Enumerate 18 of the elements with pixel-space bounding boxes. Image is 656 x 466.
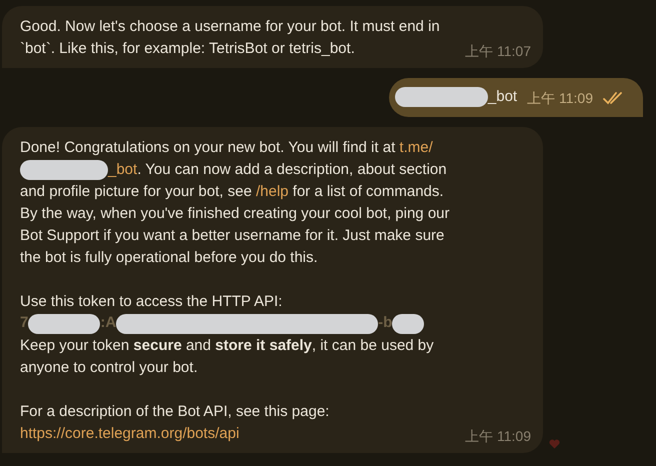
message-time: 上午 11:07: [465, 42, 531, 61]
message-text: Keep your token secure and store it safely, it can be used by anyone to control your bot.: [20, 336, 435, 378]
link[interactable]: /help: [256, 182, 288, 200]
link[interactable]: https://core.telegram.org/bots/api: [20, 424, 240, 442]
token-text: 7: [20, 313, 28, 334]
message-text: _bot: [488, 87, 518, 107]
token-text: :A: [100, 313, 116, 334]
message-text: Good. Now let's choose a username for your bot. It must end in `bot`. Like this, for example: TetrisBot or tetris_bot.: [20, 17, 441, 59]
message-text: For a description of the Bot API, see this page: https://core.telegram.org/bots/api: [20, 402, 330, 444]
message-time: 上午 11:09: [527, 88, 593, 108]
message-time: 上午 11:09: [465, 426, 531, 446]
link[interactable]: _bot: [108, 160, 138, 178]
link[interactable]: t.me/: [399, 138, 433, 156]
message-text: Done! Congratulations on your new bot. You will find it at t.me/ _bot. You can now add a description, about section and profile picture for your bot, see /help for a list of commands. By the way, when you've finished creating your cool bot, ping our Bot Support if you want a better username for it. Just make sure the bot is fully operational before you do this.: [20, 138, 450, 268]
message-text: Use this token to access the HTTP API:: [20, 292, 284, 312]
redaction-mark: [392, 314, 424, 334]
token-text: -b: [378, 313, 392, 334]
heart-icon[interactable]: [549, 438, 560, 448]
